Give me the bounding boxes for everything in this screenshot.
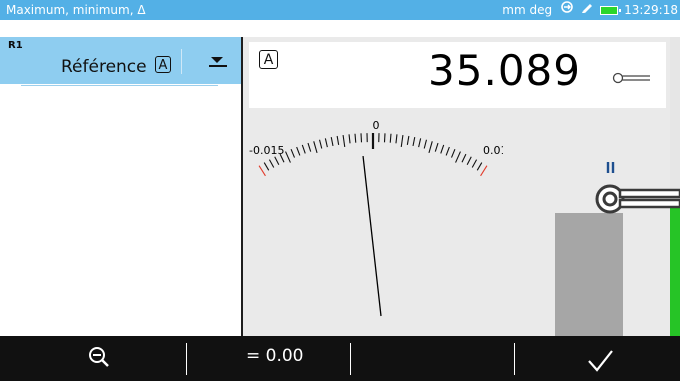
dropdown-arrow-icon bbox=[211, 57, 223, 63]
gauge-tick bbox=[462, 154, 466, 162]
gauge-tick bbox=[467, 157, 471, 165]
gauge-tick bbox=[396, 134, 397, 143]
gauge-tick bbox=[441, 145, 444, 153]
units-label: mm deg bbox=[502, 0, 552, 20]
checkmark-icon bbox=[580, 341, 620, 379]
status-bar: Maximum, minimum, Δ mm deg 13:29:18 bbox=[0, 0, 680, 20]
gauge-tick bbox=[435, 143, 438, 152]
gauge-tick bbox=[343, 135, 345, 147]
gauge-min-label: -0.015 bbox=[249, 144, 284, 157]
gauge-tick bbox=[314, 141, 317, 153]
readout-badge: A bbox=[259, 50, 278, 69]
gauge-tick bbox=[308, 143, 311, 152]
probe-icon bbox=[612, 69, 652, 81]
gauge-tick bbox=[331, 137, 333, 146]
gauge-tick bbox=[413, 137, 415, 146]
battery-icon bbox=[600, 6, 618, 15]
gauge-tick bbox=[361, 133, 362, 142]
gauge-tick bbox=[291, 149, 294, 157]
gauge-tick bbox=[384, 133, 385, 142]
value-readout: A 35.089 bbox=[249, 42, 666, 108]
gauge-tick bbox=[424, 140, 426, 149]
gauge-max-label: 0.015 bbox=[483, 144, 503, 157]
gauge-tick bbox=[325, 138, 327, 147]
gauge-tick bbox=[401, 135, 403, 147]
gauge-tick bbox=[320, 140, 322, 149]
gauge-tick bbox=[286, 152, 291, 163]
gauge-tick bbox=[456, 152, 461, 163]
gauge-tick bbox=[355, 134, 356, 143]
reference-dropdown-button[interactable] bbox=[203, 51, 233, 73]
zoom-out-button[interactable] bbox=[80, 341, 120, 375]
row-separator bbox=[181, 49, 182, 74]
position-bar bbox=[555, 213, 623, 336]
gauge-tick bbox=[429, 141, 432, 153]
gauge-tick bbox=[452, 149, 455, 157]
gauge-tick bbox=[349, 134, 350, 143]
status-indicators: mm deg 13:29:18 bbox=[502, 0, 680, 20]
gauge-tick bbox=[419, 138, 421, 147]
zero-button[interactable]: = 0.00 bbox=[246, 346, 304, 366]
analog-gauge: -0.015 0 0.015 bbox=[243, 108, 503, 333]
gauge-tick bbox=[477, 163, 482, 171]
gauge-tick bbox=[259, 166, 265, 176]
gauge-tick bbox=[337, 136, 339, 145]
gauge-tick bbox=[264, 163, 269, 171]
confirm-button[interactable] bbox=[580, 341, 620, 379]
gauge-tick bbox=[481, 166, 487, 176]
pen-icon bbox=[580, 0, 594, 20]
gauge-tick bbox=[446, 147, 449, 155]
measurement-value: 35.089 bbox=[428, 46, 581, 95]
gauge-tick bbox=[302, 145, 305, 153]
gauge-tick bbox=[269, 160, 273, 168]
screen-title: Maximum, minimum, Δ bbox=[6, 0, 146, 20]
gauge-ticks bbox=[259, 133, 487, 176]
gauge-center-label: 0 bbox=[373, 119, 380, 132]
row-label: R1 bbox=[8, 40, 23, 51]
reference-label: Référence bbox=[61, 57, 147, 77]
gauge-needle bbox=[363, 156, 381, 316]
gauge-tick bbox=[390, 134, 391, 143]
connection-icon bbox=[560, 0, 574, 20]
gauge-tick bbox=[472, 160, 476, 168]
zoom-out-icon bbox=[80, 341, 120, 375]
probe-graphic-icon bbox=[592, 159, 680, 219]
gauge-tick bbox=[407, 136, 409, 145]
gauge-tick bbox=[297, 147, 300, 155]
gauge-tick bbox=[275, 157, 279, 165]
reference-badge: A bbox=[155, 56, 171, 73]
clock-time: 13:29:18 bbox=[624, 0, 678, 20]
